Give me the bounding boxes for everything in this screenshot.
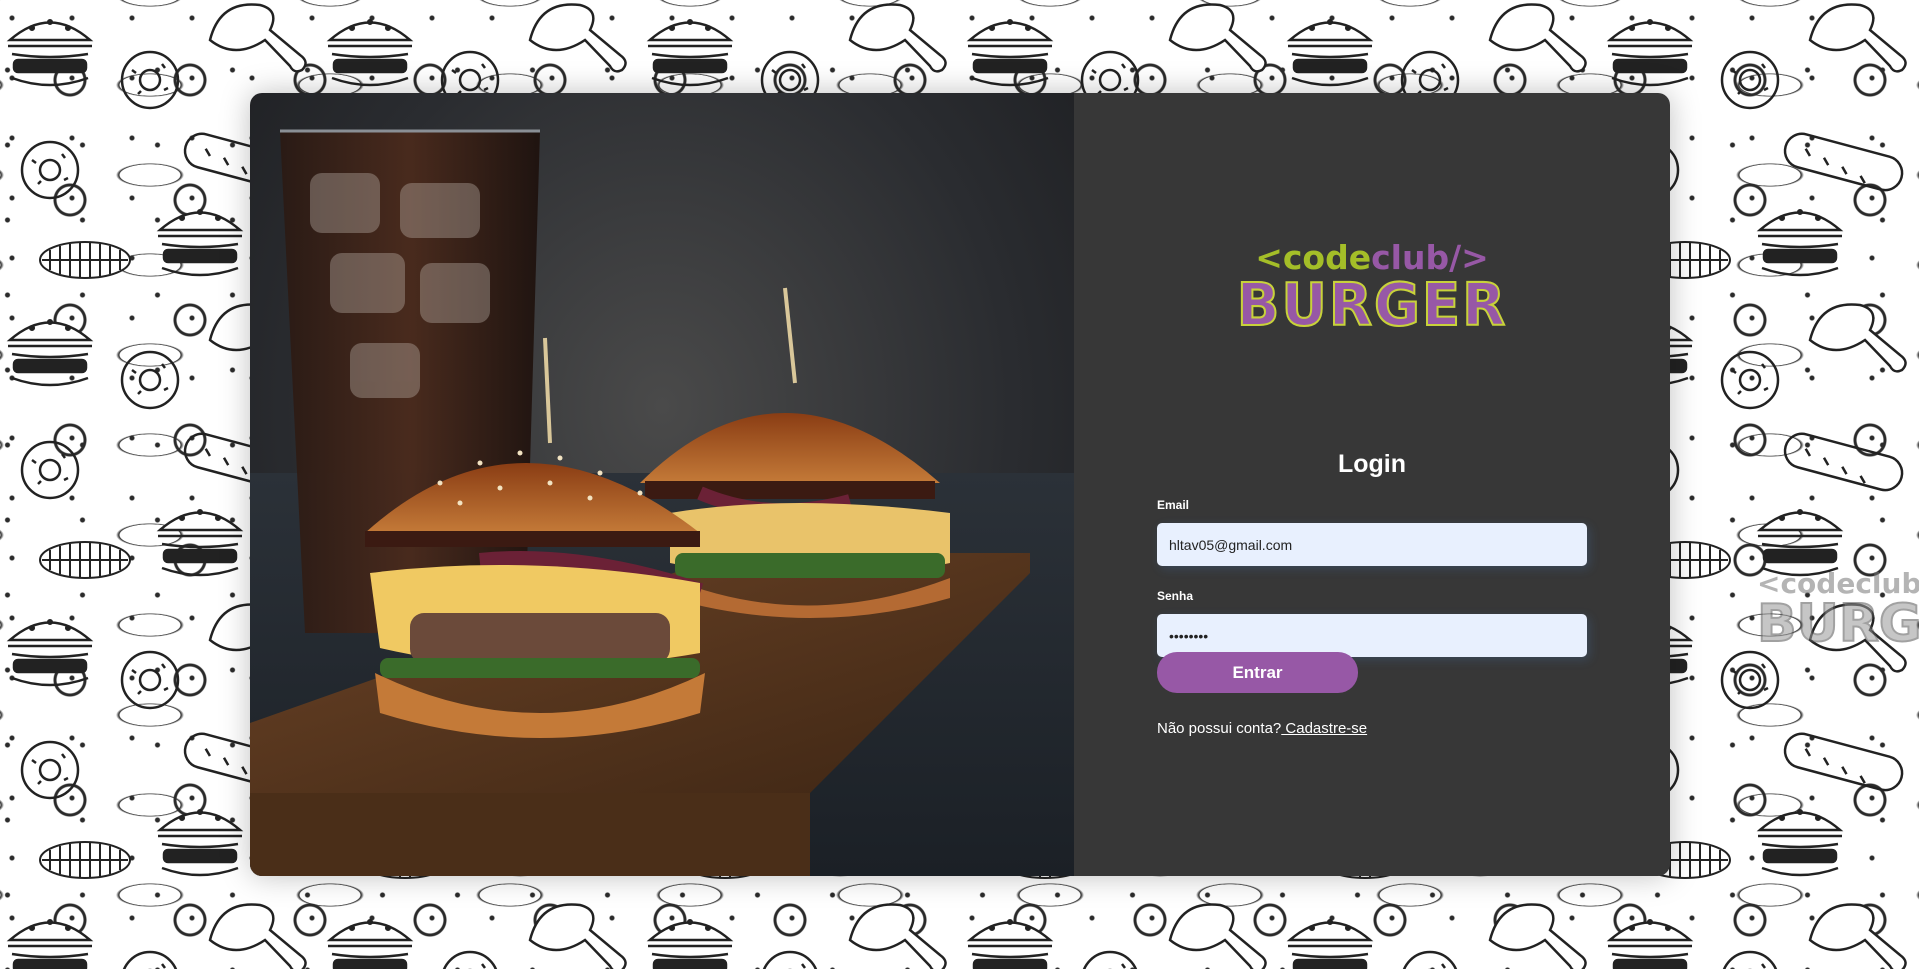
faded-logo-bottom: BURGER bbox=[1756, 594, 1919, 654]
login-card: <codeclub/> BURGER Login Email Senha Ent… bbox=[250, 93, 1670, 876]
email-field[interactable] bbox=[1157, 523, 1587, 566]
back-burger bbox=[640, 287, 950, 618]
logo-burger-text: BURGER bbox=[1236, 271, 1508, 340]
password-field[interactable] bbox=[1157, 614, 1587, 657]
burger-photo bbox=[250, 93, 1074, 876]
faded-logo-watermark: <codeclub/> BURGER bbox=[1756, 570, 1919, 654]
email-label: Email bbox=[1157, 498, 1190, 512]
signup-prompt: Não possui conta? Cadastre-se bbox=[1157, 720, 1367, 737]
signup-link[interactable]: Cadastre-se bbox=[1281, 720, 1367, 737]
codeclub-burger-logo: <codeclub/> BURGER bbox=[1074, 238, 1670, 340]
signup-prompt-text: Não possui conta? bbox=[1157, 720, 1282, 737]
burger-photo-illustration bbox=[250, 129, 1074, 876]
page-title: Login bbox=[1337, 450, 1407, 478]
login-button[interactable]: Entrar bbox=[1157, 652, 1358, 693]
password-label: Senha bbox=[1157, 589, 1194, 603]
login-form-panel: <codeclub/> BURGER Login Email Senha Ent… bbox=[1074, 93, 1670, 876]
